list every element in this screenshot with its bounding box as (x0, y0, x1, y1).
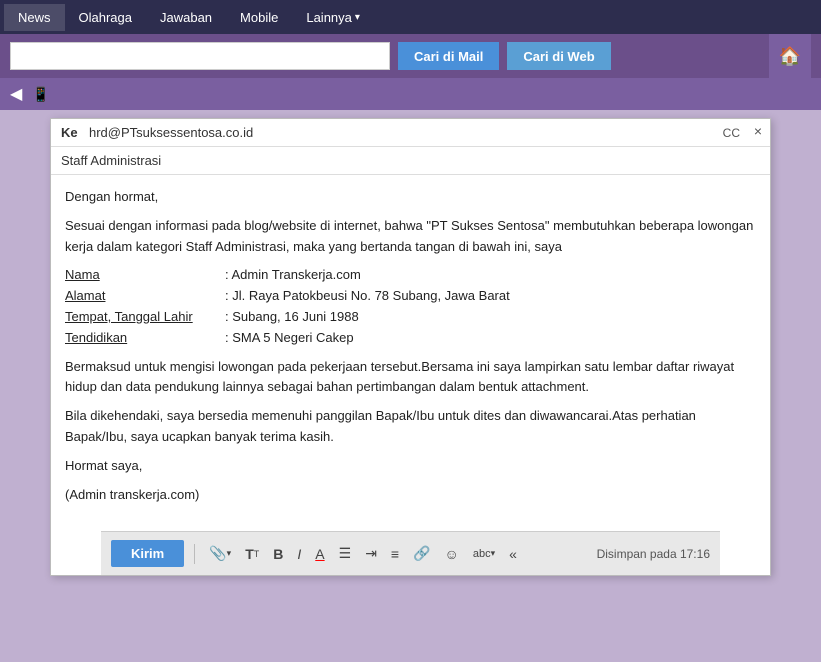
field-pendidikan-value: : SMA 5 Negeri Cakep (225, 328, 354, 349)
info-row-nama: Nama : Admin Transkerja.com (65, 265, 756, 286)
field-nama-value: : Admin Transkerja.com (225, 265, 361, 286)
link-button[interactable]: 🔗 (409, 543, 434, 564)
saved-status: Disimpan pada 17:16 (597, 547, 710, 561)
link-icon: 🔗 (413, 545, 430, 562)
attach-dropdown-icon: ▾ (227, 548, 232, 559)
info-row-pendidikan: Tendidikan : SMA 5 Negeri Cakep (65, 328, 756, 349)
spellcheck-icon: abc (473, 548, 491, 560)
emoji-button[interactable]: ☺ (441, 544, 463, 564)
email-to-row: Ke hrd@PTsuksessentosa.co.id CC × (51, 119, 770, 147)
align-icon: ≡ (391, 546, 399, 562)
info-row-alamat: Alamat : Jl. Raya Patokbeusi No. 78 Suba… (65, 286, 756, 307)
bold-button[interactable]: B (269, 544, 287, 564)
email-compose-window: Ke hrd@PTsuksessentosa.co.id CC × Staff … (50, 118, 771, 576)
more-options-button[interactable]: « (505, 544, 521, 564)
search-bar: Cari di Mail Cari di Web 🏠 (0, 34, 821, 78)
attach-icon: 📎 (209, 545, 226, 562)
body-greeting: Dengan hormat, (65, 187, 756, 208)
subject-value: Staff Administrasi (61, 153, 161, 168)
text-size-icon: T (245, 546, 254, 562)
nav-item-news[interactable]: News (4, 4, 65, 31)
back-icon[interactable]: ◀ (10, 84, 22, 104)
bold-icon: B (273, 546, 283, 562)
field-alamat-label: Alamat (65, 286, 225, 307)
field-nama-label: Nama (65, 265, 225, 286)
field-ttl-value: : Subang, 16 Juni 1988 (225, 307, 359, 328)
nav-item-lainnya[interactable]: Lainnya ▾ (292, 4, 374, 31)
email-toolbar: Kirim 📎 ▾ T T B I A ☰ (101, 531, 720, 575)
italic-button[interactable]: I (293, 544, 305, 564)
page-wrapper: Ke hrd@PTsuksessentosa.co.id CC × Staff … (0, 118, 821, 662)
toolbar-separator-1 (194, 544, 195, 564)
indent-button[interactable]: ⇥ (361, 543, 381, 564)
home-icon-wrap: 🏠 (769, 34, 811, 78)
body-intro: Sesuai dengan informasi pada blog/websit… (65, 216, 756, 258)
field-ttl-label: Tempat, Tanggal Lahir (65, 307, 225, 328)
cc-label[interactable]: CC (723, 126, 740, 140)
body-signature: (Admin transkerja.com) (65, 485, 756, 506)
emoji-icon: ☺ (445, 546, 459, 562)
info-table: Nama : Admin Transkerja.com Alamat : Jl.… (65, 265, 756, 348)
home-icon[interactable]: 🏠 (779, 46, 801, 67)
align-button[interactable]: ≡ (387, 544, 403, 564)
attach-button[interactable]: 📎 ▾ (205, 543, 235, 564)
search-input[interactable] (10, 42, 390, 70)
nav-bar: News Olahraga Jawaban Mobile Lainnya ▾ (0, 0, 821, 34)
list-icon: ☰ (339, 545, 352, 562)
body-closing: Hormat saya, (65, 456, 756, 477)
nav-item-olahraga[interactable]: Olahraga (65, 4, 146, 31)
text-size-button[interactable]: T T (241, 544, 263, 564)
text-small-icon: T (254, 549, 260, 559)
mobile-icon[interactable]: 📱 (32, 86, 49, 103)
font-color-button[interactable]: A (311, 544, 328, 564)
spellcheck-dropdown-icon: ▾ (491, 548, 496, 559)
body-para2: Bermaksud untuk mengisi lowongan pada pe… (65, 357, 756, 399)
close-button[interactable]: × (754, 123, 762, 139)
nav-item-jawaban[interactable]: Jawaban (146, 4, 226, 31)
more-icon: « (509, 546, 517, 562)
font-color-icon: A (315, 546, 324, 562)
cari-mail-button[interactable]: Cari di Mail (398, 42, 499, 70)
icon-bar: ◀ 📱 (0, 78, 821, 110)
to-label: Ke (61, 125, 81, 140)
chevron-down-icon: ▾ (355, 12, 360, 23)
spellcheck-button[interactable]: abc ▾ (469, 546, 499, 562)
kirim-button[interactable]: Kirim (111, 540, 184, 567)
body-para3: Bila dikehendaki, saya bersedia memenuhi… (65, 406, 756, 448)
info-row-ttl: Tempat, Tanggal Lahir : Subang, 16 Juni … (65, 307, 756, 328)
field-alamat-value: : Jl. Raya Patokbeusi No. 78 Subang, Jaw… (225, 286, 510, 307)
field-pendidikan-label: Tendidikan (65, 328, 225, 349)
indent-icon: ⇥ (365, 545, 377, 562)
nav-item-mobile[interactable]: Mobile (226, 4, 292, 31)
email-subject-row: Staff Administrasi (51, 147, 770, 175)
to-value: hrd@PTsuksessentosa.co.id (89, 125, 760, 140)
cari-web-button[interactable]: Cari di Web (507, 42, 610, 70)
list-button[interactable]: ☰ (335, 543, 356, 564)
italic-icon: I (297, 546, 301, 562)
email-body: Dengan hormat, Sesuai dengan informasi p… (51, 175, 770, 525)
